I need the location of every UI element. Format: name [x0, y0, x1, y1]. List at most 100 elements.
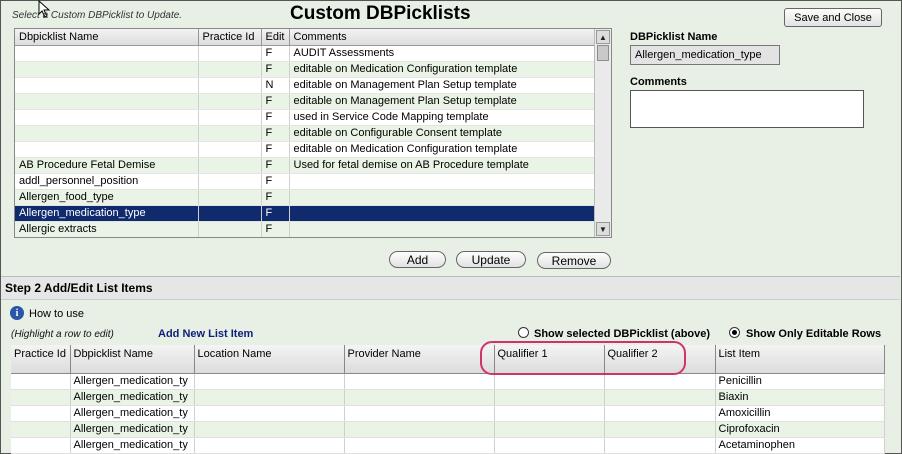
table-cell — [289, 173, 596, 190]
table-cell: editable on Medication Configuration tem… — [289, 141, 596, 158]
show-selected-radio[interactable] — [518, 327, 529, 338]
table-row[interactable]: Neditable on Management Plan Setup templ… — [15, 77, 596, 94]
column-header-location-name[interactable]: Location Name — [194, 345, 345, 374]
table-cell — [289, 205, 596, 222]
table-cell: AB Procedure Fetal Demise — [15, 157, 199, 174]
save-and-close-button[interactable]: Save and Close — [784, 8, 882, 27]
column-header-practice-id[interactable]: Practice Id — [198, 29, 262, 46]
table-row[interactable]: Allergen_medication_ty Amoxicillin — [11, 405, 885, 422]
column-header-qualifier-2[interactable]: Qualifier 2 — [604, 345, 716, 374]
table-cell: Allergen_medication_type — [15, 205, 199, 222]
table-cell — [289, 221, 596, 237]
scroll-thumb[interactable] — [597, 45, 609, 61]
table-cell: F — [261, 173, 290, 190]
show-editable-radio[interactable] — [729, 327, 740, 338]
table-cell — [198, 125, 262, 142]
scroll-down-arrow-icon[interactable]: ▼ — [596, 222, 610, 236]
table-row[interactable]: Feditable on Configurable Consent templa… — [15, 125, 596, 142]
table-cell — [194, 421, 345, 438]
table-cell: F — [261, 189, 290, 206]
info-icon[interactable]: i — [10, 306, 24, 320]
table-cell: Biaxin — [715, 389, 885, 406]
table-cell: F — [261, 205, 290, 222]
table-cell — [11, 389, 71, 406]
comments-field[interactable] — [630, 90, 864, 128]
column-header-provider-name[interactable]: Provider Name — [344, 345, 495, 374]
update-button[interactable]: Update — [456, 251, 526, 268]
table-cell — [198, 221, 262, 237]
table-cell: Allergen_medication_ty — [70, 405, 195, 422]
table-cell: editable on Medication Configuration tem… — [289, 61, 596, 78]
column-header-dbpicklist-name[interactable]: Dbpicklist Name — [15, 29, 199, 46]
instruction-text: Select a Custom DBPicklist to Update. — [12, 10, 183, 21]
table-row[interactable]: Allergen_medication_ty Penicillin — [11, 373, 885, 390]
table-row[interactable]: Allergic extracts F — [15, 221, 596, 237]
remove-button[interactable]: Remove — [537, 252, 611, 269]
table-row[interactable]: Allergen_medication_ty Ciprofoxacin — [11, 421, 885, 438]
table-cell — [198, 173, 262, 190]
table-cell: F — [261, 221, 290, 237]
table-cell — [198, 205, 262, 222]
column-header-practice-id[interactable]: Practice Id — [11, 345, 71, 374]
table-row[interactable]: Feditable on Medication Configuration te… — [15, 61, 596, 78]
table-cell — [11, 421, 71, 438]
table-cell: F — [261, 45, 290, 62]
table-cell — [494, 389, 605, 406]
table-row[interactable]: Allergen_food_type F — [15, 189, 596, 206]
table-cell: used in Service Code Mapping template — [289, 109, 596, 126]
table-cell — [494, 373, 605, 390]
table-cell — [344, 421, 495, 438]
table-row[interactable]: F AUDIT Assessments — [15, 45, 596, 62]
step2-header: Step 2 Add/Edit List Items — [1, 276, 900, 300]
picklist-table-container: Dbpicklist Name Practice Id Edit Comment… — [14, 28, 612, 238]
table-cell — [604, 373, 716, 390]
table-cell — [198, 45, 262, 62]
table-cell — [604, 405, 716, 422]
column-header-qualifier-1[interactable]: Qualifier 1 — [494, 345, 605, 374]
table-cell — [15, 77, 199, 94]
table-cell: F — [261, 141, 290, 158]
dbpicklist-name-field[interactable]: Allergen_medication_type — [630, 45, 780, 65]
table-cell — [11, 405, 71, 422]
table-cell: Allergen_medication_ty — [70, 437, 195, 454]
table-row[interactable]: Feditable on Management Plan Setup templ… — [15, 93, 596, 110]
how-to-use-link[interactable]: How to use — [29, 308, 84, 320]
table-cell — [198, 93, 262, 110]
add-new-list-item-link[interactable]: Add New List Item — [158, 328, 253, 340]
table-cell: Ciprofoxacin — [715, 421, 885, 438]
table-cell: F — [261, 109, 290, 126]
table-cell — [15, 125, 199, 142]
table-row[interactable]: AB Procedure Fetal Demise F Used for fetal… — [15, 157, 596, 174]
table-cell: F — [261, 61, 290, 78]
show-editable-radio-label[interactable]: Show Only Editable Rows — [746, 328, 881, 340]
table-row[interactable]: Feditable on Medication Configuration te… — [15, 141, 596, 158]
table-row[interactable]: Allergen_medication_type F — [15, 205, 596, 222]
show-selected-radio-label[interactable]: Show selected DBPicklist (above) — [534, 328, 710, 340]
table-row[interactable]: addl_personnel_position F — [15, 173, 596, 190]
table-cell — [194, 373, 345, 390]
table-cell — [604, 437, 716, 454]
table-cell: editable on Configurable Consent templat… — [289, 125, 596, 142]
column-header-list-item[interactable]: List Item — [715, 345, 885, 374]
table-row[interactable]: Allergen_medication_ty Acetaminophen — [11, 437, 885, 454]
table-cell: Penicillin — [715, 373, 885, 390]
table-cell — [344, 389, 495, 406]
list-items-table: Practice Id Dbpicklist Name Location Nam… — [11, 345, 885, 454]
table-cell — [15, 141, 199, 158]
column-header-comments[interactable]: Comments — [289, 29, 596, 46]
column-header-edit[interactable]: Edit — [261, 29, 290, 46]
scroll-up-arrow-icon[interactable]: ▲ — [596, 30, 610, 44]
picklist-scrollbar[interactable]: ▲ ▼ — [594, 29, 611, 237]
table-cell: addl_personnel_position — [15, 173, 199, 190]
add-button[interactable]: Add — [389, 251, 446, 268]
column-header-dbpicklist-name[interactable]: Dbpicklist Name — [70, 345, 195, 374]
table-cell — [494, 421, 605, 438]
table-cell — [289, 189, 596, 206]
table-cell: Allergen_medication_ty — [70, 389, 195, 406]
picklist-header-row: Dbpicklist Name Practice Id Edit Comment… — [15, 29, 596, 46]
table-row[interactable]: Fused in Service Code Mapping template — [15, 109, 596, 126]
table-cell: Used for fetal demise on AB Procedure te… — [289, 157, 596, 174]
table-row[interactable]: Allergen_medication_ty Biaxin — [11, 389, 885, 406]
table-cell — [15, 109, 199, 126]
table-cell: Acetaminophen — [715, 437, 885, 454]
